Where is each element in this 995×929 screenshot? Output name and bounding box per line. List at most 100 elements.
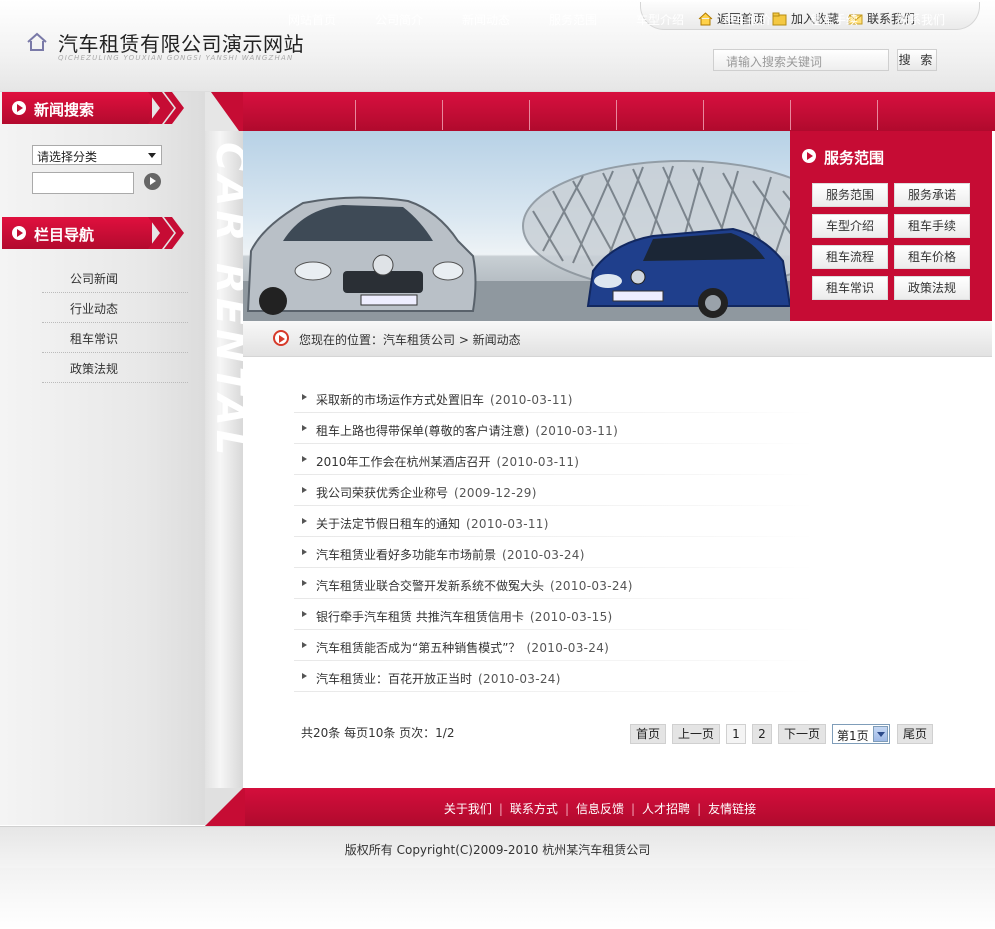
list-item[interactable]: 银行牵手汽车租赁 共推汽车租赁信用卡 (2010-03-15) — [294, 599, 814, 630]
news-title: 汽车租赁能否成为“第五种销售模式”？ — [316, 641, 521, 655]
pager-next-button[interactable]: 下一页 — [778, 724, 826, 744]
site-title: 汽车租赁有限公司演示网站 — [58, 32, 304, 56]
bullet-icon — [302, 487, 307, 493]
news-date: (2010-03-11) — [466, 517, 549, 531]
services-title: 服务范围 — [824, 149, 885, 167]
bullet-icon — [302, 456, 307, 462]
nav-tab-services[interactable]: 服务范围 — [530, 0, 616, 39]
news-title: 银行牵手汽车租赁 共推汽车租赁信用卡 — [316, 610, 524, 624]
pager-info: 共20条 每页10条 页次：1/2 — [301, 726, 455, 740]
search-go-icon[interactable] — [144, 173, 161, 190]
chevron-down-icon — [873, 726, 888, 742]
nav-tab-procedures[interactable]: 租车手续 — [791, 0, 877, 39]
news-title: 我公司荣获优秀企业称号 — [316, 486, 449, 500]
bullet-icon — [302, 518, 307, 524]
search-button[interactable]: 搜 索 — [897, 49, 937, 71]
nav-separator — [442, 100, 443, 130]
bullet-icon — [302, 611, 307, 617]
nav-tab-contact[interactable]: 联系我们 — [878, 0, 964, 39]
list-item[interactable]: 采取新的市场运作方式处置旧车 (2010-03-11) — [294, 382, 814, 413]
copyright-text: 版权所有 Copyright(C)2009-2010 杭州某汽车租赁公司 — [344, 843, 651, 857]
pager-prev-button[interactable]: 上一页 — [672, 724, 720, 744]
arrow-circle-icon — [12, 226, 26, 240]
footer-link-jobs[interactable]: 人才招聘 — [642, 802, 690, 816]
keyword-input[interactable] — [32, 172, 134, 194]
news-date: (2010-03-15) — [529, 610, 613, 624]
service-button-procedures[interactable]: 租车手续 — [894, 214, 970, 238]
footer-links: 关于我们 | 联系方式 | 信息反馈 | 人才招聘 | 友情链接 — [205, 800, 995, 817]
footer-separator: | — [498, 802, 503, 816]
nav-tab-news[interactable]: 新闻动态 — [443, 0, 529, 39]
banner-image — [243, 131, 790, 321]
nav-separator — [529, 100, 530, 130]
list-item[interactable]: 2010年工作会在杭州某酒店召开 (2010-03-11) — [294, 444, 814, 475]
nav-tab-pricing[interactable]: 租车报价 — [704, 0, 790, 39]
category-select[interactable]: 请选择分类 — [32, 145, 162, 165]
service-button-models[interactable]: 车型介绍 — [812, 214, 888, 238]
footer-link-feedback[interactable]: 信息反馈 — [576, 802, 624, 816]
news-title: 2010年工作会在杭州某酒店召开 — [316, 455, 491, 469]
bullet-icon — [302, 673, 307, 679]
nav-separator — [616, 100, 617, 130]
sidebar-item-policy[interactable]: 政策法规 — [42, 353, 188, 383]
bullet-icon — [302, 425, 307, 431]
service-button-price[interactable]: 租车价格 — [894, 245, 970, 269]
strip-text-label: CAR RENTAL — [207, 142, 243, 459]
list-item[interactable]: 关于法定节假日租车的通知 (2010-03-11) — [294, 506, 814, 537]
news-date: (2010-03-24) — [502, 548, 585, 562]
news-search-header: 新闻搜索 — [2, 92, 184, 124]
service-button-scope[interactable]: 服务范围 — [812, 183, 888, 207]
pager-first-button[interactable]: 首页 — [630, 724, 666, 744]
bullet-icon — [302, 580, 307, 586]
bottom-band — [0, 868, 995, 929]
footer-link-contact[interactable]: 联系方式 — [510, 802, 558, 816]
service-button-promise[interactable]: 服务承诺 — [894, 183, 970, 207]
pager-page-1[interactable]: 1 — [726, 724, 746, 744]
pager-page-select-value: 第1页 — [837, 729, 869, 743]
pager-page-select[interactable]: 第1页 — [832, 724, 890, 744]
nav-notch — [205, 92, 243, 131]
sidebar-item-company-news[interactable]: 公司新闻 — [42, 263, 188, 293]
chevrons-icon — [148, 217, 184, 249]
footer-separator: | — [697, 802, 702, 816]
list-item[interactable]: 汽车租赁业联合交警开发新系统不做冤大头 (2010-03-24) — [294, 568, 814, 599]
footer-link-friends[interactable]: 友情链接 — [708, 802, 756, 816]
footer-separator: | — [564, 802, 569, 816]
decorative-strip: CAR RENTAL — [205, 92, 243, 825]
list-item[interactable]: 汽车租赁能否成为“第五种销售模式”？ (2010-03-24) — [294, 630, 814, 661]
copyright-band: 版权所有 Copyright(C)2009-2010 杭州某汽车租赁公司 — [0, 826, 995, 868]
news-date: (2009-12-29) — [454, 486, 537, 500]
list-item[interactable]: 我公司荣获优秀企业称号 (2009-12-29) — [294, 475, 814, 506]
news-title: 关于法定节假日租车的通知 — [316, 517, 461, 531]
list-item[interactable]: 租车上路也得带保单(尊敬的客户请注意) (2010-03-11) — [294, 413, 814, 444]
sidebar-item-rental-tips[interactable]: 租车常识 — [42, 323, 188, 353]
nav-tab-models[interactable]: 车型介绍 — [617, 0, 703, 39]
arrow-circle-icon — [12, 101, 26, 115]
list-item[interactable]: 汽车租赁业看好多功能车市场前景 (2010-03-24) — [294, 537, 814, 568]
news-date: (2010-03-11) — [496, 455, 580, 469]
service-button-tips[interactable]: 租车常识 — [812, 276, 888, 300]
arrow-circle-icon — [802, 149, 816, 163]
nav-separator — [703, 100, 704, 130]
category-select-value: 请选择分类 — [37, 150, 98, 164]
news-title: 租车上路也得带保单(尊敬的客户请注意) — [316, 424, 530, 438]
news-date: (2010-03-24) — [478, 672, 561, 686]
search-input[interactable]: 请输入搜索关键词 — [713, 49, 889, 71]
services-panel: 服务范围 服务范围 服务承诺 车型介绍 租车手续 租车流程 租车价格 租车常识 … — [790, 131, 992, 321]
nav-tab-about[interactable]: 公司简介 — [356, 0, 442, 39]
chevrons-icon — [148, 92, 184, 124]
footer-link-about[interactable]: 关于我们 — [444, 802, 492, 816]
service-button-process[interactable]: 租车流程 — [812, 245, 888, 269]
sidebar-item-industry[interactable]: 行业动态 — [42, 293, 188, 323]
pager-page-2[interactable]: 2 — [752, 724, 772, 744]
site-subtitle: QICHEZULING YOUXIAN GONGSI YANSHI WANGZH… — [58, 54, 294, 62]
home-logo-icon — [27, 32, 47, 51]
nav-tab-home[interactable]: 网站首页 — [270, 0, 354, 39]
list-item[interactable]: 汽车租赁业：百花开放正当时 (2010-03-24) — [294, 661, 814, 692]
service-button-policy[interactable]: 政策法规 — [894, 276, 970, 300]
nav-separator — [790, 100, 791, 130]
news-date: (2010-03-11) — [535, 424, 619, 438]
news-title: 采取新的市场运作方式处置旧车 — [316, 393, 485, 407]
news-date: (2010-03-24) — [550, 579, 633, 593]
pager-last-button[interactable]: 尾页 — [897, 724, 933, 744]
